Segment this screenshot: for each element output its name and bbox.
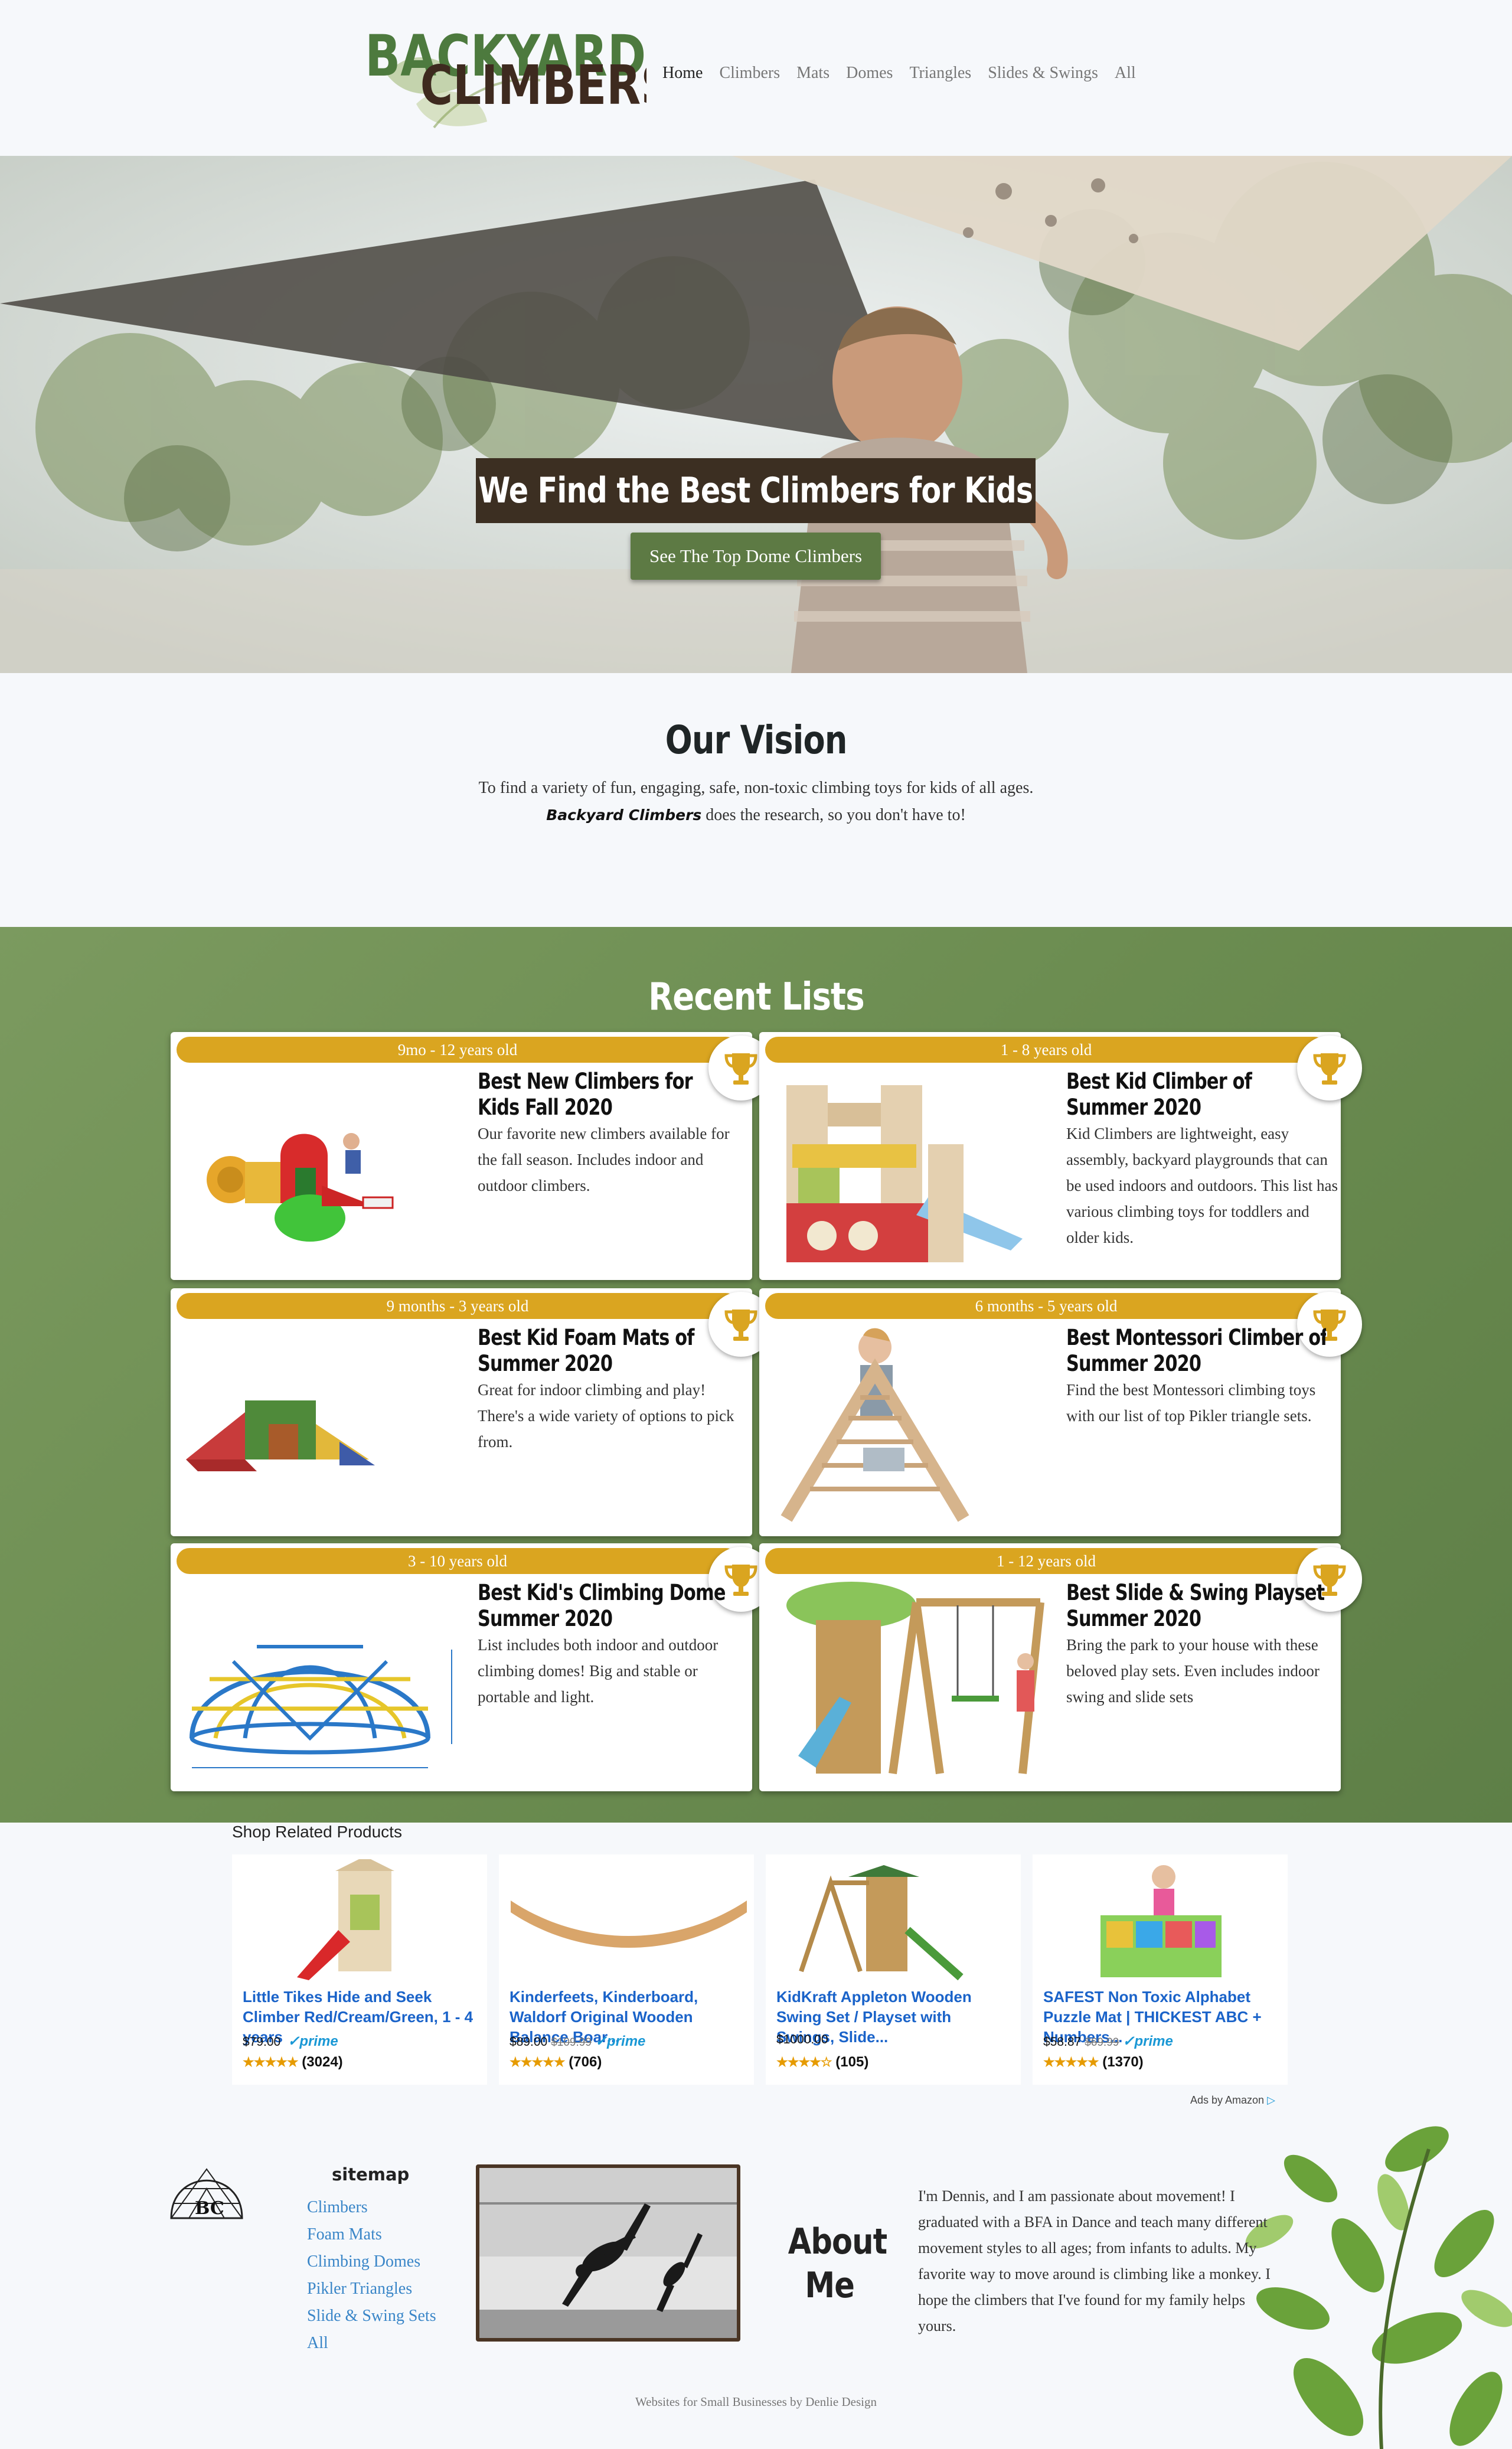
nav-mats[interactable]: Mats [796, 64, 830, 83]
product-rating: ★★★★★ (1370) [1043, 2054, 1144, 2070]
card-description: Great for indoor climbing and play! Ther… [478, 1381, 734, 1451]
list-card-new-climbers[interactable]: 9mo - 12 years old Best New Climbers for… [171, 1032, 773, 1280]
footer-logo-letters: BC [195, 2198, 224, 2219]
age-range-badge: 9mo - 12 years old [177, 1037, 739, 1063]
ads-by-amazon-link[interactable]: Ads by Amazon ▷ [1190, 2094, 1275, 2107]
age-range-badge: 3 - 10 years old [177, 1548, 739, 1574]
footer-credit[interactable]: Websites for Small Businesses by Denlie … [0, 2395, 1512, 2409]
card-image-dome [190, 1645, 452, 1768]
hero-image [0, 156, 1512, 673]
nav-all[interactable]: All [1115, 64, 1136, 83]
list-card-climbing-dome[interactable]: 3 - 10 years old Best Kid's Climbing Dom… [171, 1543, 773, 1791]
nav-slides-swings[interactable]: Slides & Swings [988, 64, 1098, 83]
product-price: $1000.00 [776, 2033, 828, 2046]
sitemap-link-climbers[interactable]: Climbers [307, 2194, 436, 2221]
hero-cta-button[interactable]: See The Top Dome Climbers [631, 533, 881, 580]
prime-badge: ✓prime [595, 2033, 646, 2049]
star-rating-icon: ★★★★☆ [776, 2055, 832, 2069]
card-title: Best New Climbers for Kids Fall 2020 [478, 1069, 693, 1120]
vision-line-1: To find a variety of fun, engaging, safe… [478, 779, 1034, 797]
main-nav: Home Climbers Mats Domes Triangles Slide… [662, 64, 1136, 83]
site-header: BACKYARD CLIMBERS Home Climbers Mats Dom… [0, 0, 1512, 156]
product-image [297, 1859, 394, 1980]
product-card[interactable]: Little Tikes Hide and Seek Climber Red/C… [232, 1854, 487, 2085]
age-range-badge: 9 months - 3 years old [177, 1293, 739, 1319]
about-photo [476, 2164, 740, 2342]
list-card-slide-swing[interactable]: 1 - 12 years old Best Slide & Swing Play… [759, 1543, 1362, 1791]
shop-title: Shop Related Products [232, 1823, 402, 1841]
hero-banner: We Find the Best Climbers for Kids See T… [0, 156, 1512, 673]
sitemap-links: Climbers Foam Mats Climbing Domes Pikler… [307, 2194, 436, 2357]
card-title: Best Kid's Climbing Dome Summer 2020 [478, 1580, 726, 1631]
product-image [799, 1865, 964, 1981]
vision-brand: Backyard Climbers [546, 806, 702, 824]
hero-title: We Find the Best Climbers for Kids [476, 458, 1036, 523]
shop-related-products: Shop Related Products Little Tikes Hide … [0, 1823, 1512, 2114]
product-rating: ★★★★★ (706) [510, 2054, 602, 2070]
recent-lists-section: Recent Lists 9mo - 12 years old Best New… [0, 927, 1512, 1823]
product-rating: ★★★★★ (3024) [243, 2054, 343, 2070]
card-image-foam-mats [186, 1400, 375, 1471]
vision-text: To find a variety of fun, engaging, safe… [0, 775, 1512, 829]
card-description: Our favorite new climbers available for … [478, 1125, 730, 1194]
card-title: Best Kid Foam Mats of Summer 2020 [478, 1325, 694, 1376]
prime-badge: ✓prime [288, 2033, 338, 2049]
product-price: $79.00 ✓prime [243, 2033, 338, 2049]
card-image-foam-climber [207, 1133, 394, 1242]
vision-section: Our Vision To find a variety of fun, eng… [0, 673, 1512, 927]
list-card-foam-mats[interactable]: 9 months - 3 years old Best Kid Foam Mat… [171, 1288, 773, 1536]
age-range-badge: 6 months - 5 years old [765, 1293, 1327, 1319]
nav-domes[interactable]: Domes [846, 64, 893, 83]
star-rating-icon: ★★★★★ [510, 2055, 566, 2069]
product-image [511, 1901, 747, 1948]
about-text: I'm Dennis, and I am passionate about mo… [918, 2187, 1271, 2334]
list-card-kid-climber[interactable]: 1 - 8 years old Best Kid Climber of Summ… [759, 1032, 1362, 1280]
product-image [1100, 1865, 1222, 1977]
list-card-montessori[interactable]: 6 months - 5 years old Best Montessori C… [759, 1288, 1362, 1536]
star-rating-icon: ★★★★★ [243, 2055, 299, 2069]
card-image-playhouse-climber [786, 1085, 1023, 1262]
prime-badge: ✓prime [1122, 2033, 1173, 2049]
product-card[interactable]: SAFEST Non Toxic Alphabet Puzzle Mat | T… [1033, 1854, 1288, 2085]
vision-title: Our Vision [665, 717, 848, 763]
logo-text-bottom: CLIMBERS [420, 54, 646, 117]
sitemap-link-climbing-domes[interactable]: Climbing Domes [307, 2248, 436, 2275]
age-range-badge: 1 - 8 years old [765, 1037, 1327, 1063]
site-footer: BC sitemap Climbers Foam Mats Climbing D… [0, 2114, 1512, 2449]
vision-line-2: Backyard Climbers does the research, so … [0, 802, 1512, 829]
sitemap-link-pikler-triangles[interactable]: Pikler Triangles [307, 2275, 436, 2303]
card-title: Best Kid Climber of Summer 2020 [1066, 1069, 1252, 1120]
vision-line-2-text: does the research, so you don't have to! [706, 806, 966, 824]
star-rating-icon: ★★★★★ [1043, 2055, 1099, 2069]
sitemap-link-slide-swing-sets[interactable]: Slide & Swing Sets [307, 2303, 436, 2330]
card-description: Kid Climbers are lightweight, easy assem… [1066, 1125, 1338, 1246]
site-logo[interactable]: BACKYARD CLIMBERS [363, 9, 646, 145]
recent-lists-title: Recent Lists [648, 975, 864, 1019]
age-range-badge: 1 - 12 years old [765, 1548, 1327, 1574]
product-card[interactable]: Kinderfeets, Kinderboard, Waldorf Origin… [499, 1854, 754, 2085]
nav-climbers[interactable]: Climbers [719, 64, 780, 83]
footer-logo-dome-icon[interactable]: BC [165, 2162, 248, 2227]
about-title: About Me [788, 2221, 887, 2306]
card-image-pikler-triangle [781, 1328, 969, 1522]
card-title: Best Slide & Swing Playset Summer 2020 [1066, 1580, 1325, 1631]
sitemap-link-all[interactable]: All [307, 2330, 436, 2357]
card-description: List includes both indoor and outdoor cl… [478, 1636, 719, 1706]
card-title: Best Montessori Climber of Summer 2020 [1066, 1325, 1326, 1376]
product-card[interactable]: KidKraft Appleton Wooden Swing Set / Pla… [766, 1854, 1021, 2085]
product-price: $89.00 $109.99 ✓prime [510, 2033, 646, 2049]
sitemap-title: sitemap [332, 2164, 410, 2184]
product-rating: ★★★★☆ (105) [776, 2054, 869, 2070]
card-description: Bring the park to your house with these … [1066, 1636, 1320, 1706]
ad-choices-icon: ▷ [1267, 2094, 1275, 2106]
product-price: $58.87 $69.99 ✓prime [1043, 2033, 1173, 2049]
card-image-playset [786, 1582, 1044, 1774]
sitemap-link-foam-mats[interactable]: Foam Mats [307, 2221, 436, 2248]
nav-home[interactable]: Home [662, 64, 703, 83]
card-description: Find the best Montessori climbing toys w… [1066, 1381, 1316, 1425]
nav-triangles[interactable]: Triangles [909, 64, 971, 83]
